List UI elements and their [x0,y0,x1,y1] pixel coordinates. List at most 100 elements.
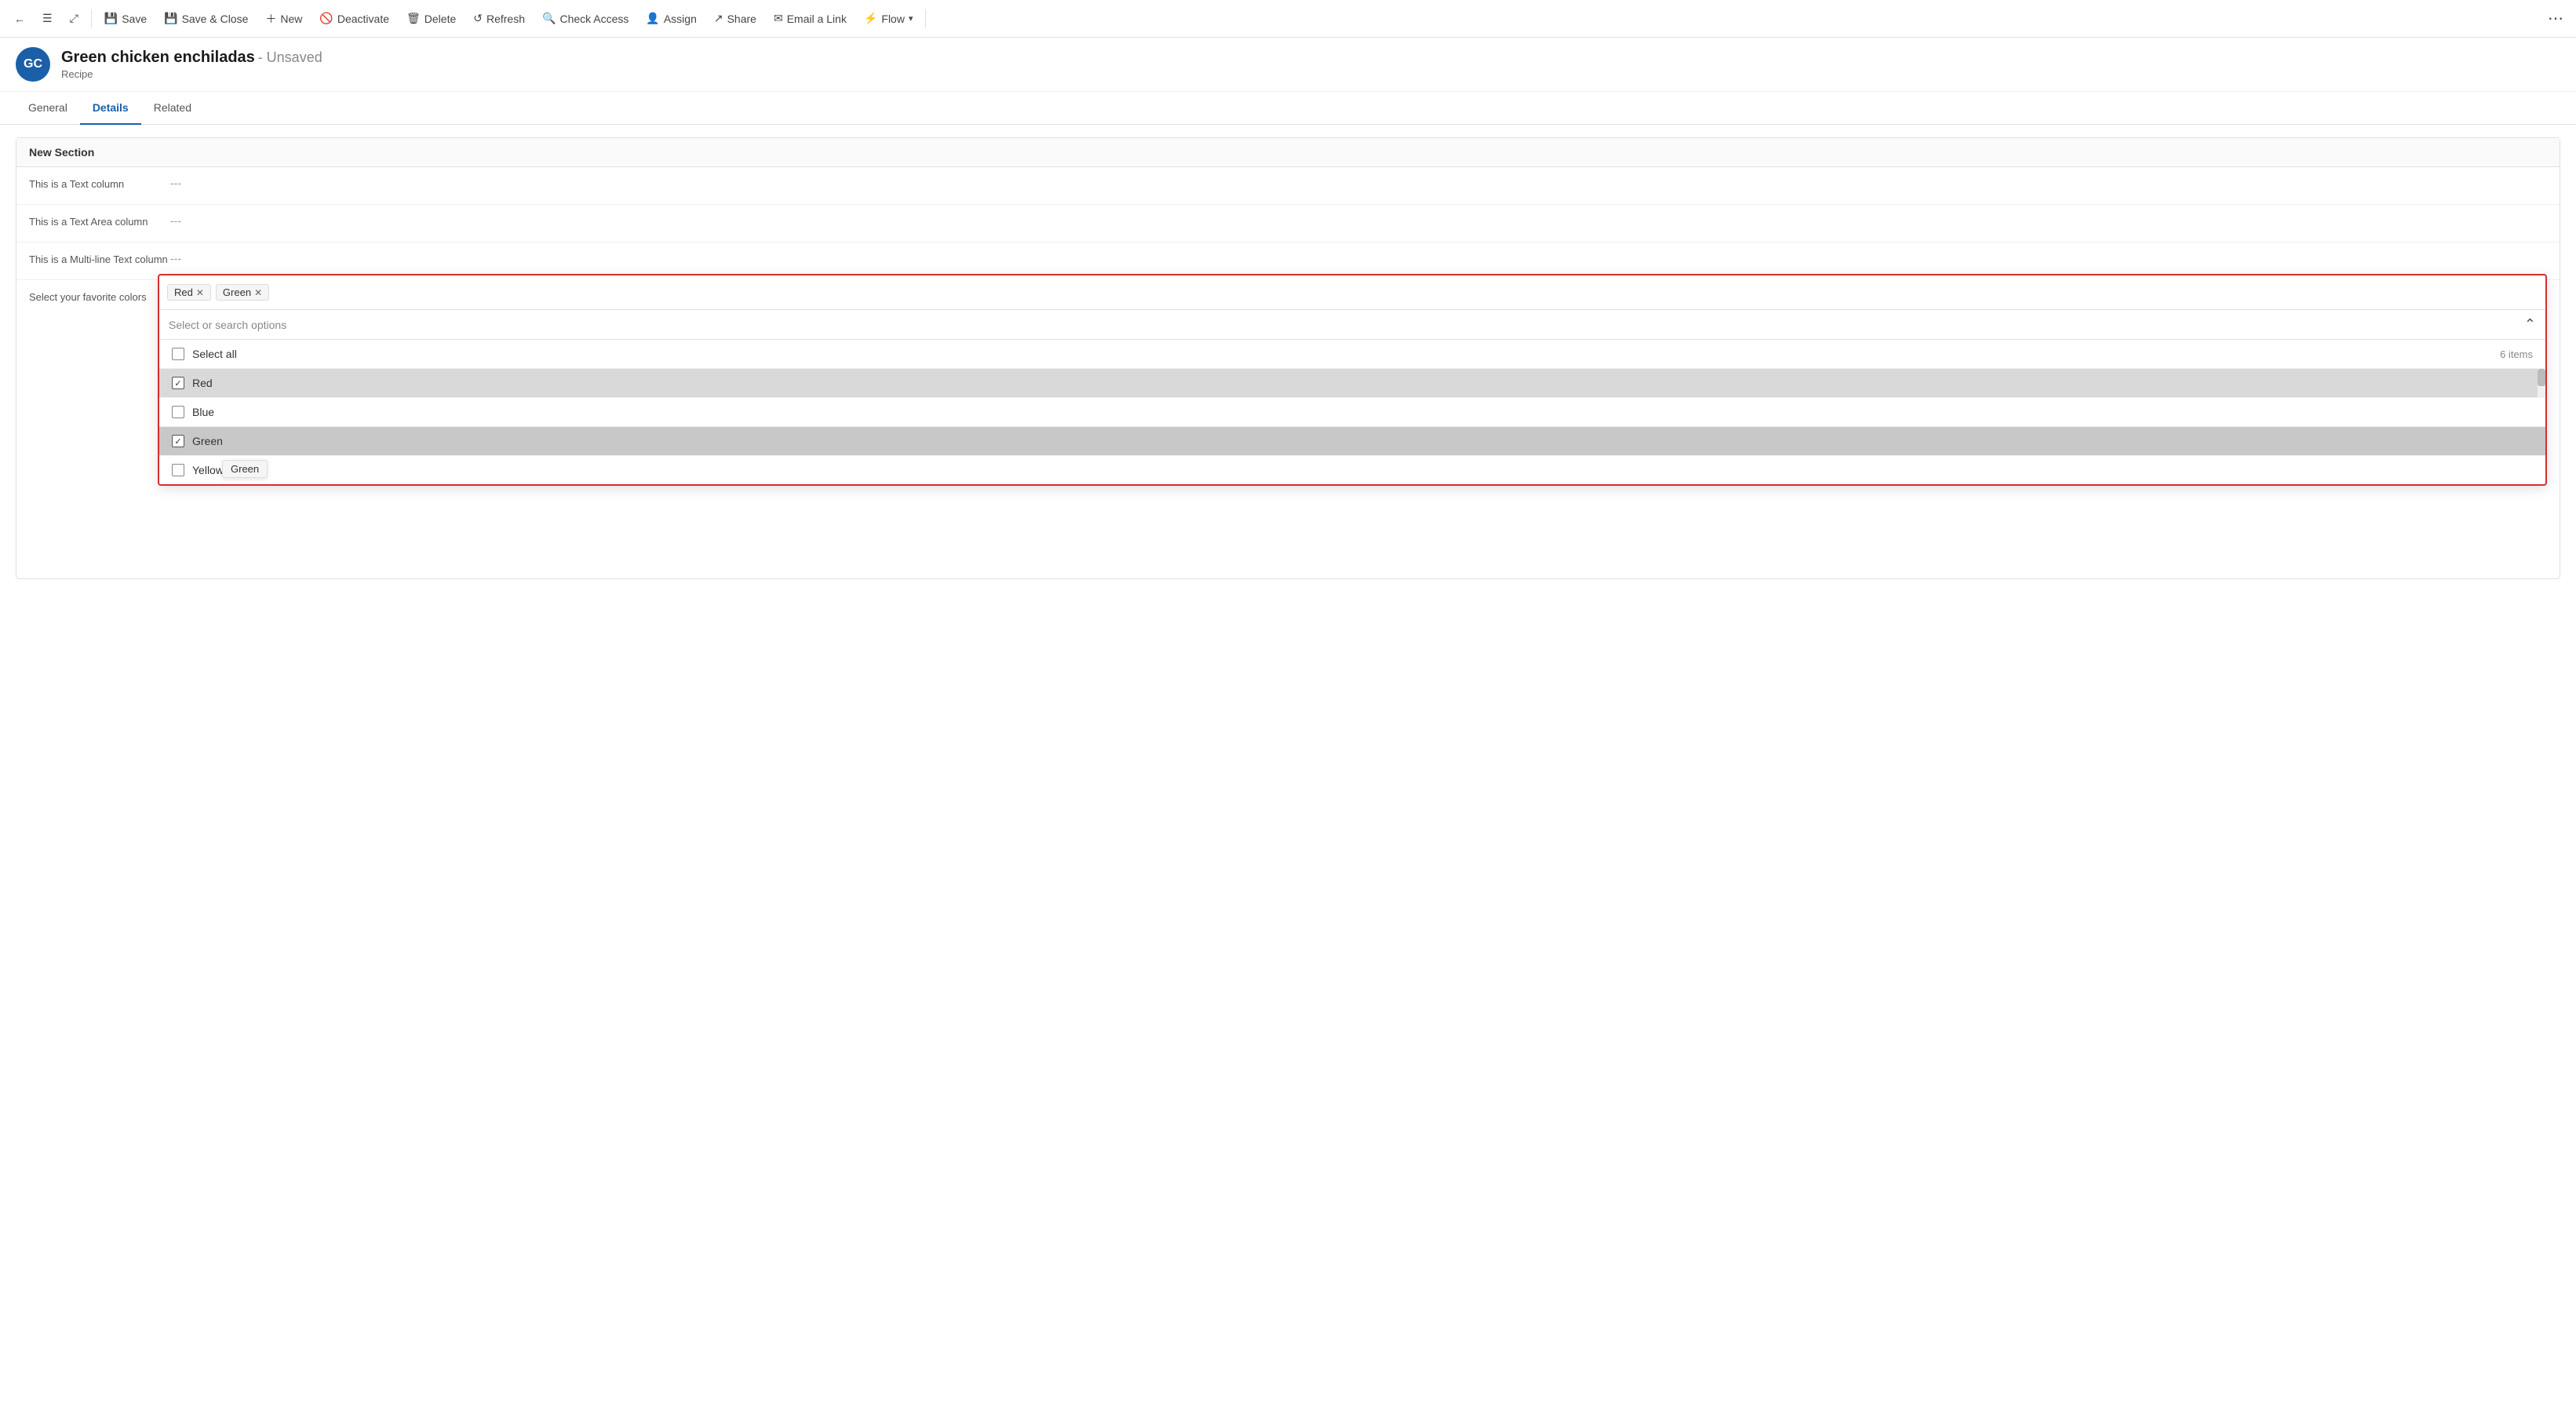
save-button[interactable]: 💾 Save [97,7,155,30]
colors-label: Select your favorite colors [29,290,170,303]
tag-green[interactable]: Green ✕ [216,284,269,301]
new-button[interactable]: ＋ New [257,6,310,31]
open-button[interactable]: ⤢ [62,7,86,30]
scroll-thumb[interactable] [2538,369,2545,386]
delete-label: Delete [424,13,456,25]
record-title-line: Green chicken enchiladas - Unsaved [61,49,322,67]
option-green-checkbox[interactable] [172,435,184,447]
record-title: Green chicken enchiladas [61,49,255,66]
option-blue[interactable]: Blue [159,398,2545,427]
section-title: New Section [16,138,2560,167]
multiselect-dropdown: Red ✕ Green ✕ Select or search options ⌃ [158,274,2547,486]
flow-chevron-icon: ▾ [909,13,913,24]
tab-general[interactable]: General [16,92,80,125]
new-label: New [280,13,302,25]
record-header: GC Green chicken enchiladas - Unsaved Re… [0,38,2576,92]
email-link-label: Email a Link [787,13,847,25]
colors-row: Select your favorite colors Red ✕ Green … [16,280,2560,578]
check-access-icon: 🔍 [542,12,556,25]
record-type: Recipe [61,68,322,80]
option-green[interactable]: Green [159,427,2545,456]
text-column-label: This is a Text column [29,177,170,190]
tag-red-close[interactable]: ✕ [196,288,204,297]
options-scroll-area[interactable]: Red Blue Green [159,369,2545,484]
save-close-button[interactable]: 💾 Save & Close [156,7,256,30]
tooltip-bubble: Green [222,460,268,478]
deactivate-button[interactable]: 🚫 Deactivate [312,7,397,30]
record-view-icon: ☰ [42,12,53,25]
email-link-button[interactable]: ✉ Email a Link [766,7,854,30]
more-options-icon: ⋯ [2548,9,2563,28]
multiselect-search-area[interactable]: Select or search options ⌃ [159,310,2545,340]
delete-button[interactable]: 🗑 Delete [399,7,464,30]
select-all-option[interactable]: Select all 6 items [159,340,2545,369]
avatar: GC [16,47,50,82]
options-list: Select all 6 items Red [159,340,2545,484]
new-section: New Section This is a Text column --- Th… [16,137,2560,579]
option-green-label: Green [192,435,223,447]
tag-red[interactable]: Red ✕ [167,284,211,301]
save-icon: 💾 [104,12,118,25]
tag-red-label: Red [174,286,193,298]
text-column-row: This is a Text column --- [16,167,2560,205]
save-close-label: Save & Close [182,13,249,25]
tab-related[interactable]: Related [141,92,204,125]
chevron-up-icon[interactable]: ⌃ [2524,316,2536,333]
separator-2 [925,9,926,28]
flow-label: Flow [881,13,905,25]
option-yellow-label: Yellow [192,464,224,476]
share-button[interactable]: ↗ Share [706,7,764,30]
separator-1 [91,9,92,28]
more-options-button[interactable]: ⋯ [2541,5,2570,31]
option-yellow[interactable]: Yellow Green [159,456,2545,484]
tabs-bar: General Details Related [0,92,2576,125]
refresh-button[interactable]: ↺ Refresh [465,7,533,30]
tag-green-close[interactable]: ✕ [254,288,262,297]
deactivate-icon: 🚫 [319,12,333,25]
text-column-value: --- [170,177,2547,189]
share-label: Share [727,13,756,25]
open-icon: ⤢ [70,12,78,25]
option-red-checkbox[interactable] [172,377,184,389]
delete-icon: 🗑 [406,12,421,25]
flow-button[interactable]: ⚡ Flow ▾ [856,7,921,30]
multiselect-tags-area[interactable]: Red ✕ Green ✕ [159,275,2545,310]
toolbar: ← ☰ ⤢ 💾 Save 💾 Save & Close ＋ New 🚫 Deac… [0,0,2576,38]
multiline-column-label: This is a Multi-line Text column [29,252,170,265]
option-blue-label: Blue [192,406,214,418]
scroll-track[interactable] [2538,369,2545,397]
check-access-button[interactable]: 🔍 Check Access [534,7,636,30]
option-yellow-checkbox[interactable] [172,464,184,476]
assign-label: Assign [664,13,697,25]
textarea-column-row: This is a Text Area column --- [16,205,2560,243]
multiline-column-value: --- [170,252,2547,264]
select-all-label: Select all [192,348,237,360]
record-unsaved-label: - Unsaved [258,49,322,65]
assign-icon: 👤 [646,12,659,25]
refresh-icon: ↺ [473,12,483,25]
tag-green-label: Green [223,286,251,298]
option-blue-checkbox[interactable] [172,406,184,418]
textarea-column-value: --- [170,214,2547,227]
search-placeholder: Select or search options [169,319,286,331]
deactivate-label: Deactivate [337,13,389,25]
check-access-label: Check Access [559,13,629,25]
refresh-label: Refresh [486,13,525,25]
assign-button[interactable]: 👤 Assign [638,7,704,30]
email-link-icon: ✉ [774,12,783,25]
content-area: New Section This is a Text column --- Th… [0,125,2576,592]
record-view-button[interactable]: ☰ [35,7,60,30]
option-red[interactable]: Red [159,369,2545,398]
item-count: 6 items [2500,348,2533,360]
save-close-icon: 💾 [164,12,177,25]
flow-icon: ⚡ [864,12,877,25]
record-title-block: Green chicken enchiladas - Unsaved Recip… [61,49,322,80]
select-all-checkbox[interactable] [172,348,184,360]
option-red-label: Red [192,377,213,389]
back-button[interactable]: ← [6,8,33,30]
tab-details[interactable]: Details [80,92,141,125]
textarea-column-label: This is a Text Area column [29,214,170,228]
share-icon: ↗ [714,12,723,25]
back-icon: ← [14,13,25,25]
save-label: Save [122,13,147,25]
